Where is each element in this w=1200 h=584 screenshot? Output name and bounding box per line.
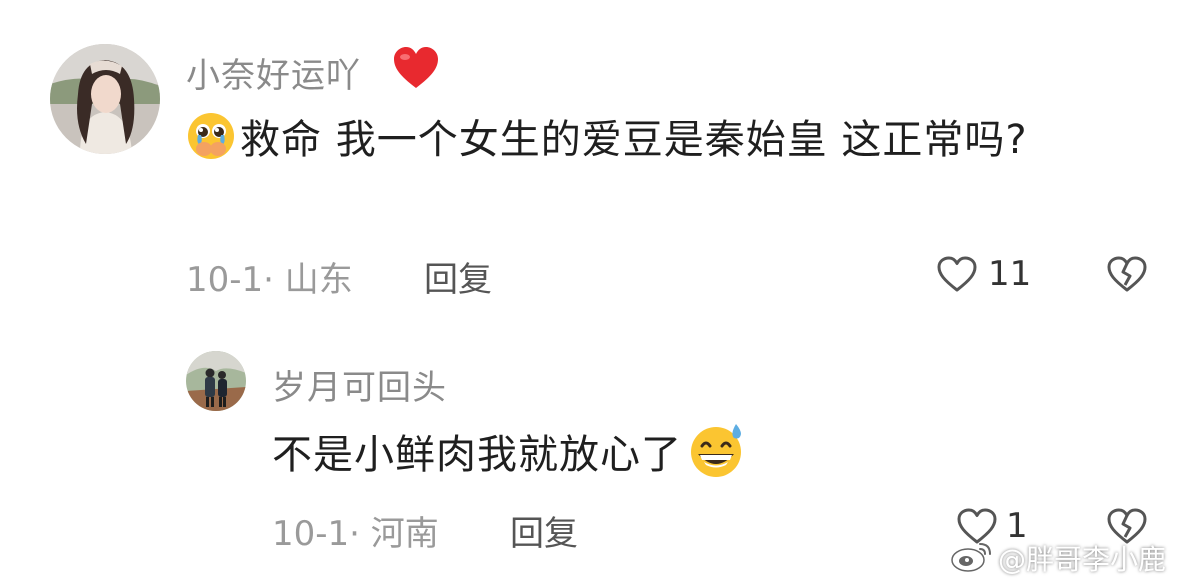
avatar[interactable] [186,351,246,411]
comment-text: 不是小鲜肉我就放心了 [272,422,972,495]
weibo-logo-icon [950,538,994,574]
date-location: 10-1· 河南 [272,514,439,554]
dislike-broken-heart-icon[interactable] [1106,255,1148,293]
heart-emoji-icon [392,46,440,90]
date-location: 10-1· 山东 [186,260,353,300]
reply-button[interactable]: 回复 [424,252,492,301]
username[interactable]: 岁月可回头 [272,360,447,409]
comment-body: 不是小鲜肉我就放心了 [272,432,682,478]
watermark: @胖哥李小鹿 [998,543,1167,576]
grinning-sweat-emoji-icon [686,422,748,495]
comment-text: 救命 我一个女生的爱豆是秦始皇 这正常吗? [186,110,1106,178]
like-count: 11 [988,254,1032,294]
avatar[interactable] [50,44,160,154]
reply-button[interactable]: 回复 [510,506,578,555]
comment-body: 救命 我一个女生的爱豆是秦始皇 这正常吗? [240,117,1028,163]
username[interactable]: 小奈好运吖 [186,48,361,97]
like-heart-icon[interactable] [936,255,978,293]
pleading-face-emoji-icon [186,111,236,178]
